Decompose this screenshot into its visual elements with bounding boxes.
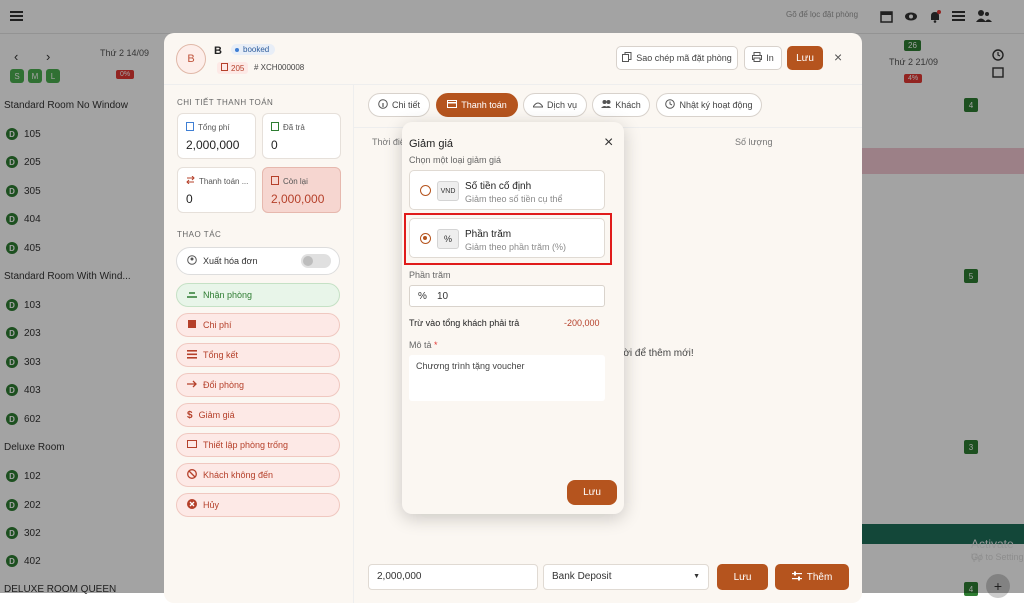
door-icon [221, 63, 228, 73]
status-dot-icon [235, 48, 239, 52]
guest-name: B [214, 45, 222, 57]
save-button[interactable]: Lưu [787, 46, 823, 70]
avatar: B [176, 44, 206, 74]
percent-value: 10 [437, 291, 449, 302]
status-badge: booked [231, 44, 276, 55]
percent-prefix-icon: % [418, 291, 427, 302]
copy-icon [622, 52, 632, 64]
arrow-right-icon [187, 379, 197, 391]
info-icon [378, 99, 388, 111]
summary-icon [187, 349, 197, 361]
history-icon [665, 99, 676, 111]
card-icon [447, 99, 458, 111]
noshow-button[interactable]: Khách không đến [176, 463, 340, 487]
room-icon [187, 439, 197, 451]
paid-icon [271, 122, 279, 133]
guests-icon [601, 99, 612, 111]
left-panel: CHI TIẾT THANH TOÁN Tổng phí 2,000,000 Đ… [164, 85, 354, 603]
cost-icon [187, 319, 197, 331]
remaining-card: Còn lại 2,000,000 [262, 167, 341, 213]
wallet-icon [271, 176, 279, 187]
tab-details[interactable]: Chi tiết [368, 93, 430, 117]
booking-code: # XCH000008 [254, 63, 305, 72]
room-badge: 205 [217, 62, 249, 74]
print-button[interactable]: In [744, 46, 782, 70]
checkin-icon [187, 289, 197, 301]
field-label: Phần trăm [409, 270, 451, 280]
block-icon [187, 469, 197, 481]
highlight-box [404, 213, 612, 265]
actions-title: THAO TÁC [177, 230, 222, 239]
currency-icon: VND [437, 181, 459, 201]
toggle-switch[interactable] [301, 254, 331, 268]
total-card: Tổng phí 2,000,000 [177, 113, 256, 159]
invoice-toggle[interactable]: Xuất hóa đơn [176, 247, 340, 275]
chevron-down-icon: ▼ [693, 573, 700, 580]
add-payment-button[interactable]: Thêm [775, 564, 849, 590]
change-room-button[interactable]: Đổi phòng [176, 373, 340, 397]
tab-payment[interactable]: Thanh toán [436, 93, 518, 117]
swap-icon [186, 175, 195, 186]
dollar-icon: $ [187, 409, 193, 421]
deduct-label: Trừ vào tổng khách phải trả [409, 318, 520, 328]
empty-message: rời để thêm mới! [620, 348, 694, 359]
save-payment-button[interactable]: Lưu [717, 564, 768, 590]
option-title: Số tiền cố định [465, 181, 532, 192]
percent-input[interactable]: % 10 [409, 285, 605, 307]
receipt-icon [186, 122, 194, 133]
discount-dialog: Giảm giá × Chọn một loại giảm giá VND Số… [402, 122, 624, 514]
column-quantity: Số lượng [735, 137, 773, 147]
close-icon[interactable]: × [604, 135, 613, 151]
invoice-icon [187, 255, 197, 267]
sliders-icon [791, 571, 802, 584]
tab-services[interactable]: Dịch vụ [523, 93, 587, 117]
payment-method-select[interactable]: Bank Deposit ▼ [543, 564, 709, 590]
payment-title: CHI TIẾT THANH TOÁN [177, 98, 274, 107]
empty-room-button[interactable]: Thiết lập phòng trống [176, 433, 340, 457]
dialog-save-button[interactable]: Lưu [567, 480, 617, 505]
modal-header: B B booked 205 # XCH000008 Sao chép mã đ… [164, 33, 862, 85]
radio-fixed[interactable] [420, 185, 431, 196]
printer-icon [752, 52, 763, 64]
tab-guests[interactable]: Khách [592, 93, 650, 117]
deduct-value: -200,000 [564, 318, 600, 328]
option-fixed-amount[interactable]: VND Số tiền cố định Giảm theo số tiền cụ… [409, 170, 605, 210]
cancel-icon [187, 499, 197, 511]
tab-activity-log[interactable]: Nhật ký hoạt động [656, 93, 762, 117]
checkin-button[interactable]: Nhận phòng [176, 283, 340, 307]
copy-code-button[interactable]: Sao chép mã đặt phòng [616, 46, 738, 70]
note-label: Mô tả * [409, 340, 438, 350]
amount-input[interactable]: 2,000,000 [368, 564, 538, 590]
discount-button[interactable]: $ Giảm giá [176, 403, 340, 427]
dialog-subtitle: Chọn một loại giảm giá [409, 155, 502, 165]
payment-card: Thanh toán ... 0 [177, 167, 256, 213]
option-desc: Giảm theo số tiền cụ thể [465, 194, 563, 204]
cancel-booking-button[interactable]: Hủy [176, 493, 340, 517]
note-textarea[interactable]: Chương trình tặng voucher [409, 355, 605, 401]
service-icon [532, 99, 544, 111]
cost-button[interactable]: Chi phí [176, 313, 340, 337]
column-time: Thời điể [372, 137, 405, 147]
summary-button[interactable]: Tổng kết [176, 343, 340, 367]
paid-card: Đã trả 0 [262, 113, 341, 159]
dialog-title: Giảm giá [409, 138, 454, 150]
close-icon[interactable]: × [834, 50, 842, 64]
